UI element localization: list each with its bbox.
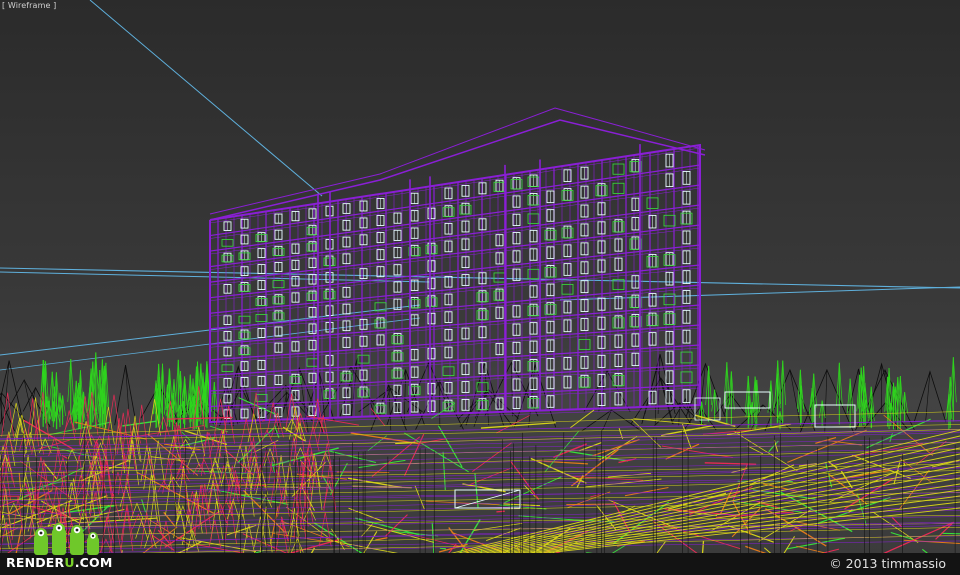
copyright-text: © 2013 timmassio [829, 556, 946, 571]
guide-lines [0, 0, 960, 371]
wireframe-scene [0, 0, 960, 556]
monster-mascot-icon [34, 523, 99, 555]
building-wireframe [209, 107, 706, 426]
background-pyramids [0, 354, 947, 433]
footer-bar [0, 553, 960, 575]
logo-accent: U [64, 555, 75, 570]
logo-text: RENDERU.COM [6, 555, 113, 570]
logo-suffix: .COM [74, 555, 113, 570]
viewport-label[interactable]: [ Wireframe ] [2, 1, 56, 10]
logo-main: RENDER [6, 555, 65, 570]
wireframe-viewport[interactable]: [ Wireframe ] RENDERU.COM © 2013 timmass… [0, 0, 960, 575]
